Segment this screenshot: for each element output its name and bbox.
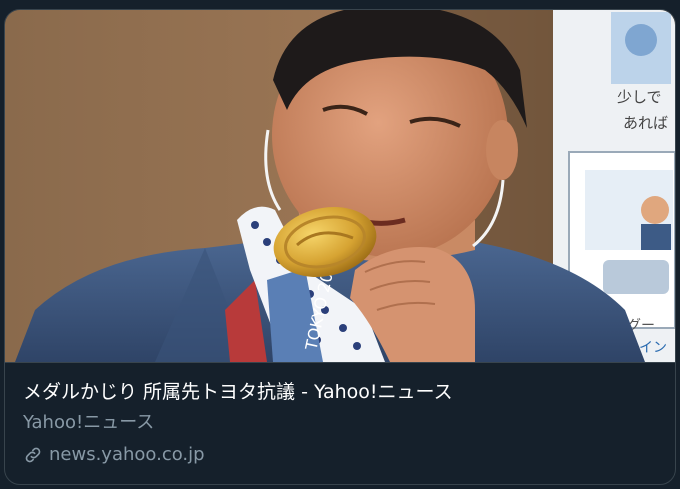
card-domain: news.yahoo.co.jp <box>49 444 205 465</box>
poster-text-1: 少しで <box>617 88 662 106</box>
photo-illustration: 少しで あれば ルグー ライン TOKYO 20 <box>5 10 675 362</box>
poster-text-2: あれば <box>623 114 668 132</box>
card-info[interactable]: メダルかじり 所属先トヨタ抗議 - Yahoo!ニュース Yahoo!ニュース … <box>23 378 661 468</box>
card-domain-row: news.yahoo.co.jp <box>23 442 661 468</box>
link-preview-card[interactable]: 少しで あれば ルグー ライン TOKYO 20 メダルかじり 所属先トヨタ抗議… <box>4 9 676 485</box>
card-title: メダルかじり 所属先トヨタ抗議 - Yahoo!ニュース <box>23 381 453 403</box>
preview-image[interactable]: 少しで あれば ルグー ライン TOKYO 20 <box>5 10 675 362</box>
card-source: Yahoo!ニュース <box>23 412 155 433</box>
card-divider <box>5 362 675 363</box>
link-icon <box>23 445 43 465</box>
